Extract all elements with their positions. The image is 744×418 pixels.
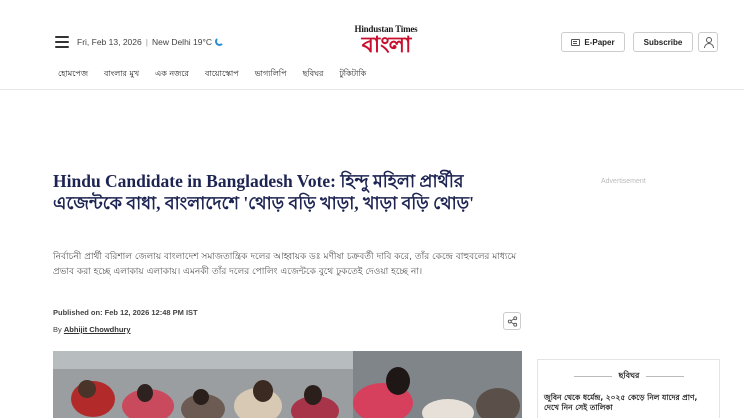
account-button[interactable] xyxy=(698,32,718,52)
gallery-widget: ছবিঘর জুবিন থেকে ধর্মেন্দ্র, ২০২৫ কেড়ে … xyxy=(537,359,720,418)
published-date: Published on: Feb 12, 2026 12:48 PM IST xyxy=(53,308,198,317)
weather-icon xyxy=(215,37,225,46)
nav-item-bhagyalipi[interactable]: ভাগ্যলিপি xyxy=(255,68,287,81)
author-link[interactable]: Abhijit Chowdhury xyxy=(64,325,131,334)
site-logo[interactable]: Hindustan Times বাংলা xyxy=(348,24,424,60)
logo-wordmark: বাংলা xyxy=(361,33,412,58)
hero-photo xyxy=(53,351,522,418)
divider xyxy=(574,376,612,377)
epaper-label: E-Paper xyxy=(584,37,615,47)
gallery-story-link[interactable]: জুবিন থেকে ধর্মেন্দ্র, ২০২৫ কেড়ে নিল যা… xyxy=(544,393,714,413)
byline-prefix: By xyxy=(53,325,62,334)
nav-item-chobighor[interactable]: ছবিঘর xyxy=(303,68,324,81)
nav-item-tukitaki[interactable]: টুকিটাকি xyxy=(339,68,366,81)
date-weather-bar: Fri, Feb 13, 2026 | New Delhi 19°C xyxy=(77,37,225,47)
subscribe-button[interactable]: Subscribe xyxy=(633,32,693,52)
current-date: Fri, Feb 13, 2026 xyxy=(77,37,142,47)
newspaper-icon xyxy=(571,38,581,46)
site-header: Fri, Feb 13, 2026 | New Delhi 19°C Hindust… xyxy=(0,0,744,90)
gallery-title[interactable]: ছবিঘর xyxy=(612,370,646,383)
byline: By Abhijit Chowdhury xyxy=(53,325,131,334)
epaper-button[interactable]: E-Paper xyxy=(561,32,625,52)
divider xyxy=(646,376,684,377)
divider: | xyxy=(145,37,148,47)
nav-item-home[interactable]: হোমপেজ xyxy=(58,68,88,81)
nav-item-banglar-mukh[interactable]: বাংলার মুখ xyxy=(104,68,139,81)
main-nav: হোমপেজ বাংলার মুখ এক নজরে বায়োস্কোপ ভাগ… xyxy=(58,68,366,81)
hamburger-menu-icon[interactable] xyxy=(55,36,69,48)
user-icon xyxy=(703,37,714,48)
nav-item-bioscope[interactable]: বায়োস্কোপ xyxy=(205,68,239,81)
share-button[interactable] xyxy=(503,312,521,330)
advertisement-label: Advertisement xyxy=(601,178,646,185)
share-icon xyxy=(507,315,517,327)
article-hero-image xyxy=(53,351,522,418)
article-headline: Hindu Candidate in Bangladesh Vote: হিন্… xyxy=(53,171,475,213)
nav-item-ek-najore[interactable]: এক নজরে xyxy=(155,68,189,81)
article-summary: নির্বাচনী প্রার্থী বরিশাল জেলায় বাংলাদে… xyxy=(53,252,517,277)
gallery-header: ছবিঘর xyxy=(538,370,719,382)
weather-text: New Delhi 19°C xyxy=(151,37,213,47)
